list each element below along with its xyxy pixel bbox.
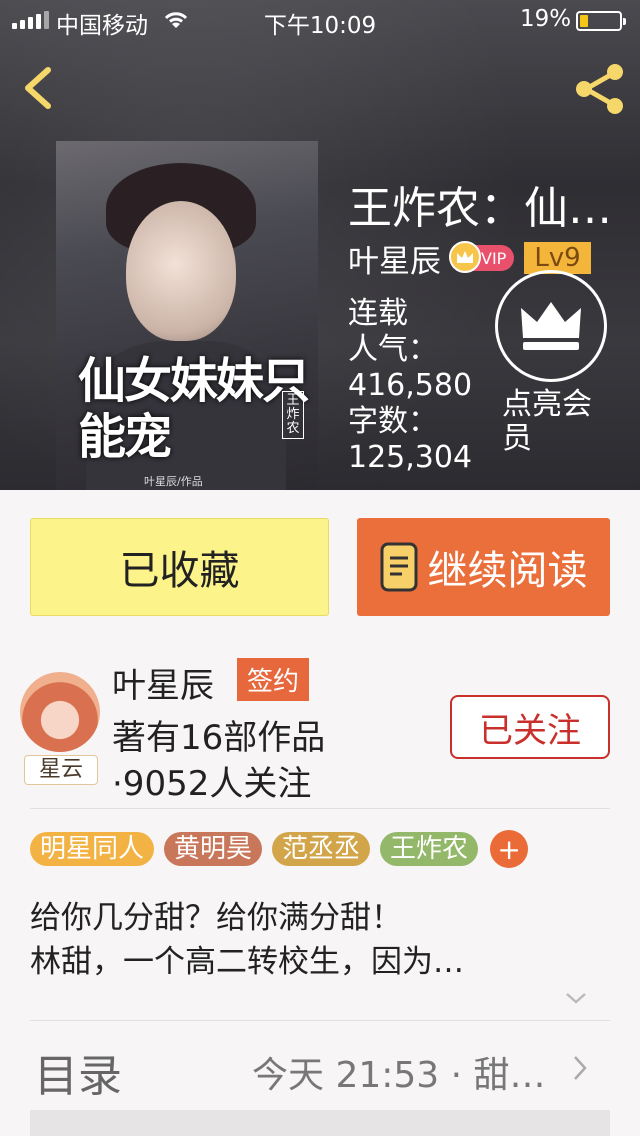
vip-crown-icon [449,241,481,273]
toc-label: 目录 [34,1051,122,1102]
description-line: 林甜，一个高二转校生，因为… [30,944,464,980]
cover-byline: 叶星辰/作品 [144,475,203,488]
book-icon [380,542,417,592]
book-header: 中国移动 下午10:09 19% 仙女妹妹只能宠 王炸农 叶星辰/作品 王炸农：… [0,0,640,490]
serial-status: 连载 [348,296,408,331]
book-cover[interactable]: 仙女妹妹只能宠 王炸农 叶星辰/作品 [56,141,318,490]
word-count-label: 字数： [348,404,438,439]
popularity-label: 人气： [348,332,438,367]
back-button[interactable] [16,60,66,116]
divider [30,1020,610,1021]
battery-icon [576,11,626,31]
description-line: 给你几分甜？给你满分甜！ [30,900,402,936]
author-works-count: 著有16部作品 [112,718,326,758]
vip-badge: VIP [449,241,515,273]
toc-row[interactable]: 目录 今天 21:53 · 甜… [0,1022,640,1108]
tag-pill[interactable]: 明星同人 [30,832,155,866]
continue-reading-button[interactable]: 继续阅读 [357,518,610,616]
tag-list: 明星同人 黄明昊 范丞丞 王炸农 + [30,830,529,868]
member-label: 点亮会员 [502,387,592,456]
tag-pill[interactable]: 黄明昊 [164,832,263,866]
action-row: 已收藏 继续阅读 [30,518,610,616]
cover-tag: 王炸农 [282,391,304,439]
add-tag-button[interactable]: + [490,830,529,868]
member-button[interactable]: 点亮会员 [492,270,610,456]
battery-percent: 19% [520,6,572,32]
divider [30,808,610,809]
follow-button[interactable]: 已关注 [450,695,610,759]
popularity-value: 416,580 [348,368,473,403]
author-card: 星云 叶星辰 签约 著有16部作品 ·9052人关注 已关注 [0,650,640,804]
author-follower-count: ·9052人关注 [112,764,312,804]
continue-reading-label: 继续阅读 [427,548,588,594]
vip-label: VIP [481,248,507,268]
book-description[interactable]: 给你几分甜？给你满分甜！ 林甜，一个高二转校生，因为… [30,896,610,984]
status-bar: 中国移动 下午10:09 19% [0,0,640,40]
tag-pill[interactable]: 范丞丞 [272,832,371,866]
favorited-button[interactable]: 已收藏 [30,518,329,616]
book-stats: 连载 人气： 416,580 字数： 125,304 [348,296,498,476]
chevron-down-icon[interactable] [564,990,588,1006]
bottom-panel [30,1110,610,1136]
tag-pill[interactable]: 王炸农 [380,832,479,866]
book-title: 王炸农：仙… [348,183,612,234]
crown-icon [495,270,607,382]
word-count-value: 125,304 [348,440,473,475]
latest-chapter: 今天 21:53 · 甜… [252,1055,546,1096]
cover-title-art: 仙女妹妹只能宠 [78,353,310,465]
chevron-right-icon [574,1056,587,1080]
avatar-tag: 星云 [24,755,98,785]
share-button[interactable] [572,62,628,116]
signed-badge: 签约 [237,658,310,701]
author-avatar[interactable] [20,672,100,752]
author-card-name[interactable]: 叶星辰 [112,658,214,707]
author-name[interactable]: 叶星辰 [348,236,441,281]
